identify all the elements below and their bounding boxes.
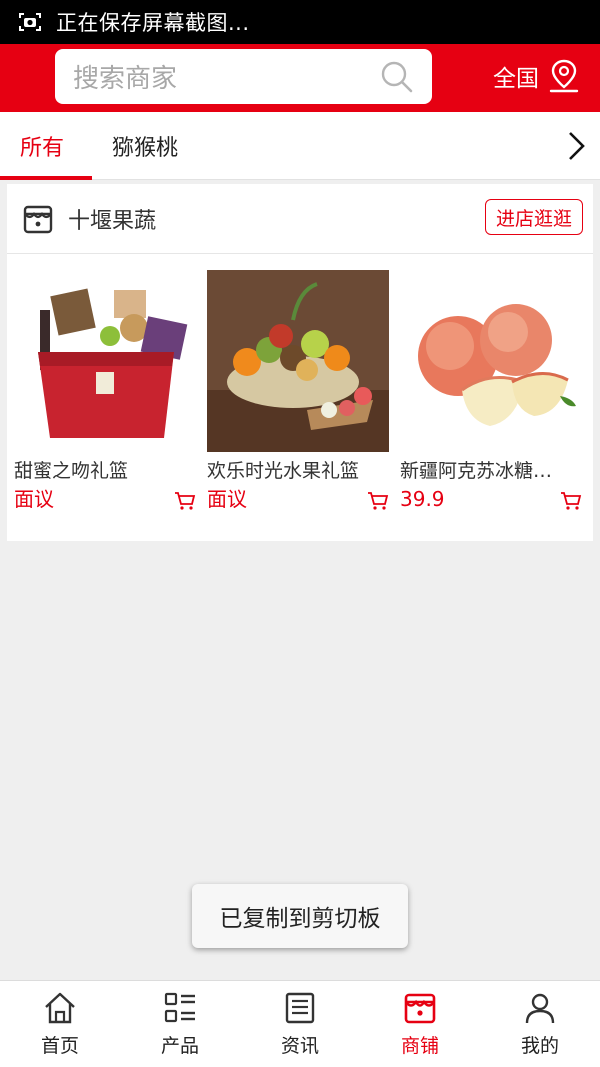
search-input[interactable]: 搜索商家 bbox=[55, 49, 432, 104]
category-tabs: 所有 猕猴桃 bbox=[0, 112, 600, 180]
chevron-right-icon[interactable] bbox=[566, 130, 586, 162]
shop-card: 十堰果蔬 进店逛逛 甜蜜之吻礼篮 面议 欢乐时光水果礼篮 面议 新疆阿克苏冰糖…… bbox=[7, 184, 593, 541]
screenshot-icon bbox=[19, 13, 41, 31]
product-price: 面议 bbox=[207, 487, 247, 511]
nav-label: 首页 bbox=[40, 1035, 79, 1057]
product-card[interactable]: 欢乐时光水果礼篮 面议 bbox=[207, 270, 389, 514]
nav-item-profile[interactable]: 我的 bbox=[480, 981, 600, 1067]
apples-image[interactable] bbox=[400, 270, 582, 452]
store-icon bbox=[23, 205, 53, 233]
shop-header: 十堰果蔬 进店逛逛 bbox=[7, 184, 593, 254]
grid-list-icon bbox=[164, 992, 195, 1023]
nav-label: 产品 bbox=[160, 1035, 199, 1057]
nav-item-news[interactable]: 资讯 bbox=[240, 981, 360, 1067]
fruit-basket-image[interactable] bbox=[207, 270, 389, 452]
shop-icon bbox=[404, 993, 436, 1024]
nav-label: 资讯 bbox=[280, 1035, 319, 1057]
shop-name: 十堰果蔬 bbox=[68, 208, 157, 234]
user-icon bbox=[525, 993, 555, 1024]
product-price: 面议 bbox=[14, 487, 54, 511]
cart-icon[interactable] bbox=[174, 491, 196, 511]
gift-basket-image[interactable] bbox=[14, 270, 196, 452]
product-price: 39.9 bbox=[400, 487, 445, 511]
tab-all[interactable]: 所有 bbox=[20, 112, 64, 180]
search-icon[interactable] bbox=[380, 60, 414, 94]
bottom-nav: 首页 产品 资讯 商铺 我的 bbox=[0, 980, 600, 1067]
product-card[interactable]: 甜蜜之吻礼篮 面议 bbox=[14, 270, 196, 514]
news-icon bbox=[285, 992, 315, 1024]
region-label: 全国 bbox=[493, 66, 539, 92]
home-icon bbox=[45, 992, 75, 1024]
cart-icon[interactable] bbox=[560, 491, 582, 511]
tab-kiwi[interactable]: 猕猴桃 bbox=[112, 112, 178, 180]
nav-item-products[interactable]: 产品 bbox=[120, 981, 240, 1067]
location-pin-icon bbox=[549, 59, 579, 93]
product-name: 欢乐时光水果礼篮 bbox=[207, 460, 360, 482]
enter-shop-button[interactable]: 进店逛逛 bbox=[485, 199, 583, 235]
nav-label: 我的 bbox=[520, 1035, 559, 1057]
nav-item-shops[interactable]: 商铺 bbox=[360, 981, 480, 1067]
cart-icon[interactable] bbox=[367, 491, 389, 511]
toast-message: 已复制到剪切板 bbox=[192, 884, 408, 948]
nav-label: 商铺 bbox=[400, 1035, 439, 1057]
search-placeholder: 搜索商家 bbox=[73, 64, 178, 94]
status-bar: 正在保存屏幕截图... bbox=[0, 0, 600, 44]
header: 搜索商家 全国 bbox=[0, 44, 600, 112]
nav-item-home[interactable]: 首页 bbox=[0, 981, 120, 1067]
region-selector[interactable]: 全国 bbox=[493, 58, 581, 94]
status-text: 正在保存屏幕截图... bbox=[56, 11, 250, 35]
active-tab-indicator bbox=[0, 176, 92, 180]
product-name: 甜蜜之吻礼篮 bbox=[14, 460, 129, 482]
product-card[interactable]: 新疆阿克苏冰糖… 39.9 bbox=[400, 270, 582, 514]
product-name: 新疆阿克苏冰糖… bbox=[400, 460, 553, 482]
